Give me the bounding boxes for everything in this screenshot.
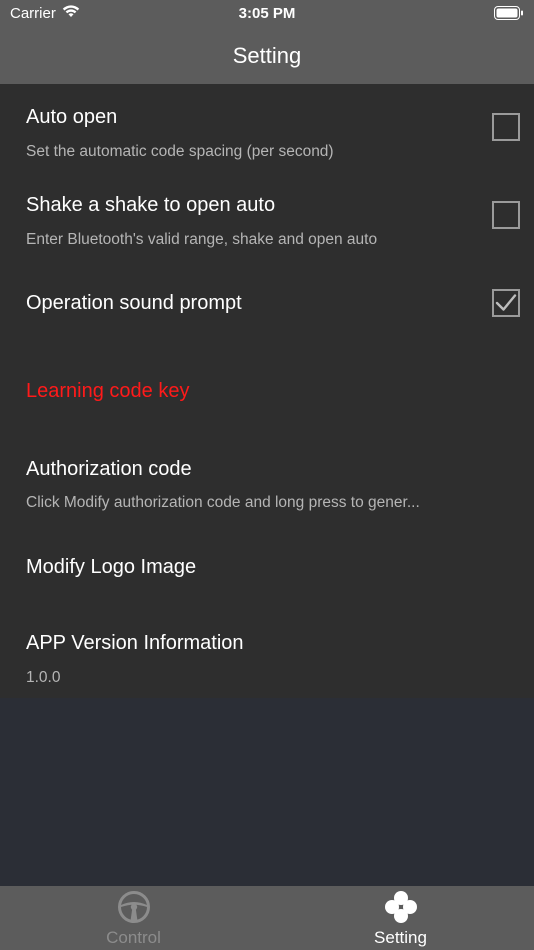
auto-open-checkbox[interactable] <box>492 113 520 141</box>
page-title: Setting <box>232 43 302 68</box>
setting-row-authorization[interactable]: Authorization code Click Modify authoriz… <box>0 436 534 534</box>
four-circles-icon <box>267 890 534 924</box>
setting-subtitle: Enter Bluetooth's valid range, shake and… <box>26 231 378 248</box>
setting-title: Authorization code <box>26 458 192 480</box>
checkmark-icon <box>495 294 517 311</box>
shake-open-checkbox[interactable] <box>492 201 520 229</box>
setting-title: Auto open <box>26 106 118 128</box>
tab-setting[interactable]: Setting <box>267 886 534 950</box>
battery-icon <box>494 6 524 24</box>
app-version-value: 1.0.0 <box>26 669 61 686</box>
navigation-bar: Setting <box>0 28 534 84</box>
steering-wheel-icon <box>0 890 267 924</box>
setting-subtitle: Set the automatic code spacing (per seco… <box>26 143 334 160</box>
tab-control[interactable]: Control <box>0 886 267 950</box>
tab-label: Control <box>106 928 161 947</box>
setting-title: APP Version Information <box>26 632 244 654</box>
setting-row-auto-open[interactable]: Auto open Set the automatic code spacing… <box>0 84 534 172</box>
setting-row-sound-prompt[interactable]: Operation sound prompt <box>0 260 534 348</box>
setting-row-modify-logo[interactable]: Modify Logo Image <box>0 534 534 612</box>
setting-row-app-version[interactable]: APP Version Information 1.0.0 <box>0 612 534 698</box>
tab-bar: Control Setting <box>0 886 534 950</box>
setting-row-learning-code[interactable]: Learning code key <box>0 348 534 436</box>
status-time: 3:05 PM <box>238 5 296 22</box>
setting-title: Operation sound prompt <box>26 292 242 314</box>
learning-code-key-label: Learning code key <box>26 380 190 402</box>
settings-list: Auto open Set the automatic code spacing… <box>0 84 534 698</box>
tab-label: Setting <box>374 928 427 947</box>
setting-title: Shake a shake to open auto <box>26 194 276 216</box>
status-bar: Carrier 3:05 PM <box>0 0 534 28</box>
sound-prompt-checkbox[interactable] <box>492 289 520 317</box>
setting-subtitle: Click Modify authorization code and long… <box>26 494 420 511</box>
setting-title: Modify Logo Image <box>26 556 197 578</box>
setting-row-shake-open[interactable]: Shake a shake to open auto Enter Bluetoo… <box>0 172 534 260</box>
